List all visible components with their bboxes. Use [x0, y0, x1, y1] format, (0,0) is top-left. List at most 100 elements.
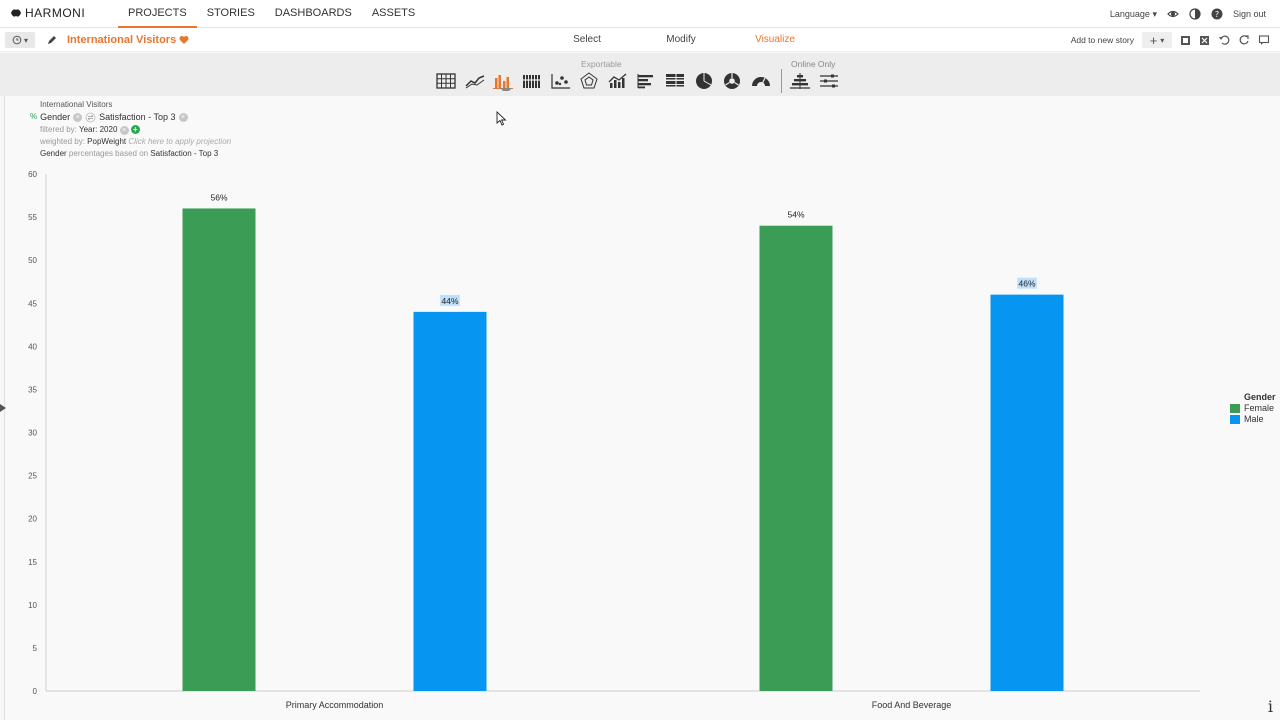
data-label: 44%: [441, 296, 458, 306]
legend-item-male[interactable]: Male: [1230, 414, 1276, 425]
excel-icon[interactable]: [1199, 35, 1210, 46]
project-title-text: International Visitors: [67, 34, 177, 46]
donut-tool[interactable]: [718, 70, 747, 92]
column-stack-tool[interactable]: [518, 70, 547, 92]
language-dropdown[interactable]: Language ▾: [1110, 9, 1157, 20]
chart-type-tools: [432, 67, 843, 95]
y-tick-label: 40: [28, 342, 37, 351]
swap-icon[interactable]: [85, 112, 96, 123]
add-filter-icon[interactable]: +: [130, 124, 140, 134]
powerpoint-icon[interactable]: [1180, 35, 1191, 46]
legend-label-female: Female: [1244, 403, 1275, 413]
row-variable[interactable]: Gender: [40, 111, 70, 123]
tab-modify[interactable]: Modify: [634, 28, 728, 52]
data-label: 56%: [210, 192, 227, 202]
pie-icon: [695, 73, 712, 89]
top-right-controls: Language ▾ ? Sign out: [1110, 0, 1266, 28]
refresh-icon[interactable]: [1238, 34, 1250, 46]
signout-link[interactable]: Sign out: [1233, 9, 1266, 19]
nav-assets[interactable]: ASSETS: [362, 0, 425, 28]
brand-logo[interactable]: HARMONI: [10, 6, 85, 20]
tab-select[interactable]: Select: [540, 28, 634, 52]
filter-label: filtered by:: [40, 124, 77, 134]
info-icon[interactable]: i: [1268, 697, 1273, 716]
toolbar-separator: [781, 69, 783, 93]
weight-row: weighted by: PopWeight Click here to app…: [40, 136, 231, 148]
mode-tabs: Select Modify Visualize: [540, 28, 822, 52]
bar-female[interactable]: [759, 225, 833, 691]
legend-label-male: Male: [1244, 414, 1264, 424]
pie-tool[interactable]: [689, 70, 718, 92]
slider-settings-icon: [820, 74, 839, 88]
plus-icon: +: [1149, 32, 1158, 48]
y-tick-label: 45: [28, 299, 37, 308]
filter-row: filtered by: Year: 2020 × +: [40, 124, 231, 136]
x-category-label: Primary Accommodation: [286, 700, 384, 710]
add-to-story-link[interactable]: Add to new story: [1071, 35, 1134, 45]
radar-tool[interactable]: [575, 70, 604, 92]
brand-name: HARMONI: [25, 6, 86, 20]
nav-projects[interactable]: PROJECTS: [118, 0, 197, 28]
heart-icon[interactable]: [179, 35, 189, 45]
data-label: 46%: [1018, 279, 1035, 289]
history-button[interactable]: ▾: [5, 32, 35, 48]
y-tick-label: 10: [28, 601, 37, 610]
project-title[interactable]: International Visitors: [67, 34, 189, 46]
y-tick-label: 0: [33, 687, 38, 696]
tab-visualize[interactable]: Visualize: [728, 28, 822, 52]
pyramid-icon: [790, 73, 811, 89]
area-bars-icon: [608, 73, 627, 88]
area-bars-tool[interactable]: [604, 70, 633, 92]
remove-filter-icon[interactable]: ×: [119, 125, 129, 135]
filter-value[interactable]: Year: 2020: [79, 125, 117, 134]
radar-icon: [580, 72, 598, 89]
scatter-tool[interactable]: [546, 70, 575, 92]
slider-settings-tool[interactable]: [815, 70, 844, 92]
table-tool[interactable]: [432, 70, 461, 92]
apply-projection-link[interactable]: Click here to apply projection: [128, 137, 231, 146]
stacked-horizontal-tool[interactable]: [661, 70, 690, 92]
app-window: HARMONI PROJECTS STORIES DASHBOARDS ASSE…: [0, 0, 1280, 720]
bar-male[interactable]: [990, 294, 1064, 691]
y-tick-label: 50: [28, 256, 37, 265]
comment-icon[interactable]: [1258, 34, 1270, 46]
line-chart-tool[interactable]: [461, 70, 490, 92]
mouse-cursor-icon: [496, 111, 507, 126]
remove-row-variable-icon[interactable]: ×: [73, 112, 83, 122]
scatter-icon: [551, 74, 570, 89]
eye-icon[interactable]: [1167, 8, 1179, 20]
nav-dashboards[interactable]: DASHBOARDS: [265, 0, 362, 28]
y-tick-label: 30: [28, 429, 37, 438]
history-icon: [12, 35, 22, 45]
weight-value[interactable]: PopWeight: [87, 137, 126, 146]
basis-text: percentages based on: [68, 149, 149, 159]
undo-icon[interactable]: [1218, 34, 1230, 46]
svg-text:?: ?: [1215, 10, 1219, 19]
y-tick-label: 25: [28, 472, 37, 481]
help-icon[interactable]: ?: [1211, 8, 1223, 20]
top-navigation: HARMONI PROJECTS STORIES DASHBOARDS ASSE…: [0, 0, 1280, 28]
weight-label: weighted by:: [40, 136, 85, 146]
pencil-icon[interactable]: [46, 34, 58, 46]
horizontal-bar-tool[interactable]: [632, 70, 661, 92]
chart-legend: Gender Female Male: [1230, 392, 1276, 425]
chevron-down-icon: ▾: [23, 35, 28, 45]
bar-male[interactable]: [413, 311, 487, 691]
basis-value[interactable]: Satisfaction - Top 3: [150, 149, 218, 158]
remove-column-variable-icon[interactable]: ×: [178, 112, 188, 122]
bar-chart-tool[interactable]: [489, 70, 518, 92]
pyramid-tool[interactable]: [786, 70, 815, 92]
y-tick-label: 55: [28, 213, 37, 222]
y-tick-label: 5: [33, 644, 38, 653]
add-button[interactable]: + ▾: [1142, 32, 1172, 48]
nav-stories[interactable]: STORIES: [197, 0, 265, 28]
bar-female[interactable]: [182, 208, 256, 691]
stacked-horizontal-icon: [666, 74, 685, 87]
y-tick-label: 60: [28, 170, 37, 179]
contrast-icon[interactable]: [1189, 8, 1201, 20]
legend-title: Gender: [1244, 392, 1276, 402]
legend-item-female[interactable]: Female: [1230, 403, 1276, 414]
gauge-tool[interactable]: [747, 70, 776, 92]
column-variable[interactable]: Satisfaction - Top 3: [99, 111, 175, 123]
bar-chart: 0 5 10 15 20 25 30 35 40 45 50 55 60 56% 44% Primary Ac…: [28, 170, 1200, 710]
